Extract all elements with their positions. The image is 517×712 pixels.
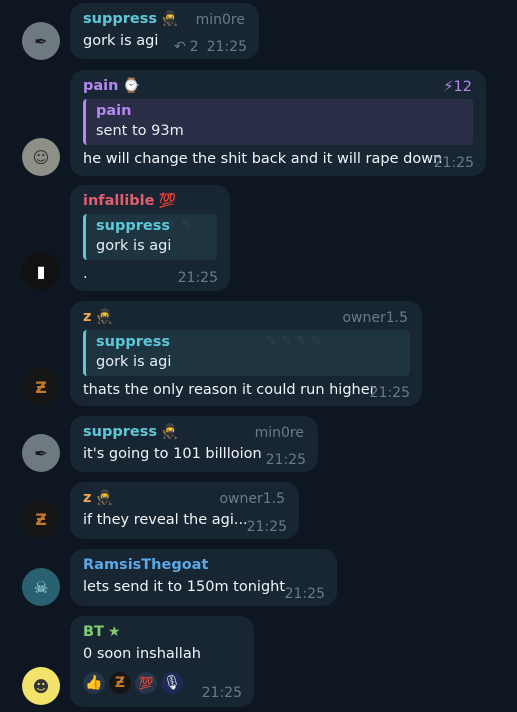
sender-name[interactable]: z — [83, 309, 91, 325]
hundred-emoji-icon: 💯 — [158, 193, 176, 209]
emoji-status-icon: 🥷 — [160, 424, 179, 440]
reaction-microphone[interactable]: 🎙 — [161, 672, 183, 694]
boost-bolt-icon: ⚡ — [443, 79, 454, 95]
emoji-status-icon: 🥷 — [160, 11, 179, 27]
message-time: 21:25 — [284, 586, 325, 602]
reaction-thumbs-up[interactable]: 👍 — [83, 672, 105, 694]
message-text: thats the only reason it could run highe… — [83, 382, 376, 398]
avatar[interactable]: ▮ — [22, 252, 60, 290]
emoji-status-icon: 🥷 — [95, 309, 113, 325]
reply-quote[interactable]: pain sent to 93m — [83, 99, 473, 145]
reply-quote[interactable]: ✎ ✎ suppress gork is agi — [83, 214, 217, 260]
reply-arrow-icon[interactable]: ↶ — [174, 39, 186, 55]
reply-text: sent to 93m — [96, 123, 184, 139]
avatar[interactable]: ✒ — [22, 22, 60, 60]
star-icon: ★ — [107, 624, 121, 640]
reply-sender: suppress — [96, 218, 170, 234]
avatar[interactable]: ☺ — [22, 138, 60, 176]
watch-emoji-icon: ⌚ — [122, 78, 140, 94]
reply-pattern-icon: ✎ ✎ ✎ ✎ — [266, 334, 322, 349]
message-text: 0 soon inshallah — [83, 646, 201, 662]
message-time: 21:25 — [369, 385, 410, 401]
message-time: 21:25 — [433, 155, 474, 171]
member-tag: min0re — [195, 12, 245, 28]
message-time: 21:25 — [265, 452, 306, 468]
sender-name[interactable]: z — [83, 490, 91, 506]
boost-badge[interactable]: ⚡12 — [443, 79, 472, 95]
message-text: he will change the shit back and it will… — [83, 151, 443, 167]
message-time: 21:25 — [201, 685, 242, 701]
reply-sender: pain — [96, 103, 132, 119]
message-time: 21:25 — [206, 39, 247, 55]
reply-pattern-icon: ✎ ✎ — [166, 218, 192, 233]
emoji-status-icon: 🥷 — [95, 490, 113, 506]
reaction-z-avatar[interactable]: Ƶ — [109, 672, 131, 694]
sender-name[interactable]: RamsisThegoat — [83, 557, 208, 573]
avatar[interactable]: ☠ — [22, 568, 60, 606]
avatar[interactable]: Ƶ — [22, 500, 60, 538]
sender-name[interactable]: BT — [83, 624, 104, 640]
sender-name[interactable]: pain — [83, 78, 118, 94]
sender-name[interactable]: infallible — [83, 193, 154, 209]
chat-history: ✒ suppress 🥷 min0re gork is agi ↶ 2 21:2… — [0, 0, 517, 712]
reply-sender: suppress — [96, 334, 170, 350]
message-time: 21:25 — [177, 270, 218, 286]
reply-quote[interactable]: ✎ ✎ ✎ ✎ suppress gork is agi — [83, 330, 410, 376]
avatar[interactable]: Ƶ — [22, 368, 60, 406]
avatar[interactable]: ☻ — [22, 667, 60, 705]
reply-text: gork is agi — [96, 354, 172, 370]
member-tag: owner1.5 — [342, 310, 408, 326]
avatar[interactable]: ✒ — [22, 434, 60, 472]
reply-count[interactable]: 2 — [190, 39, 199, 55]
message-time: 21:25 — [246, 519, 287, 535]
sender-name[interactable]: suppress — [83, 11, 157, 27]
member-tag: owner1.5 — [219, 491, 285, 507]
reply-text: gork is agi — [96, 238, 172, 254]
reaction-hundred[interactable]: 💯 — [135, 672, 157, 694]
sender-name[interactable]: suppress — [83, 424, 157, 440]
member-tag: min0re — [254, 425, 304, 441]
